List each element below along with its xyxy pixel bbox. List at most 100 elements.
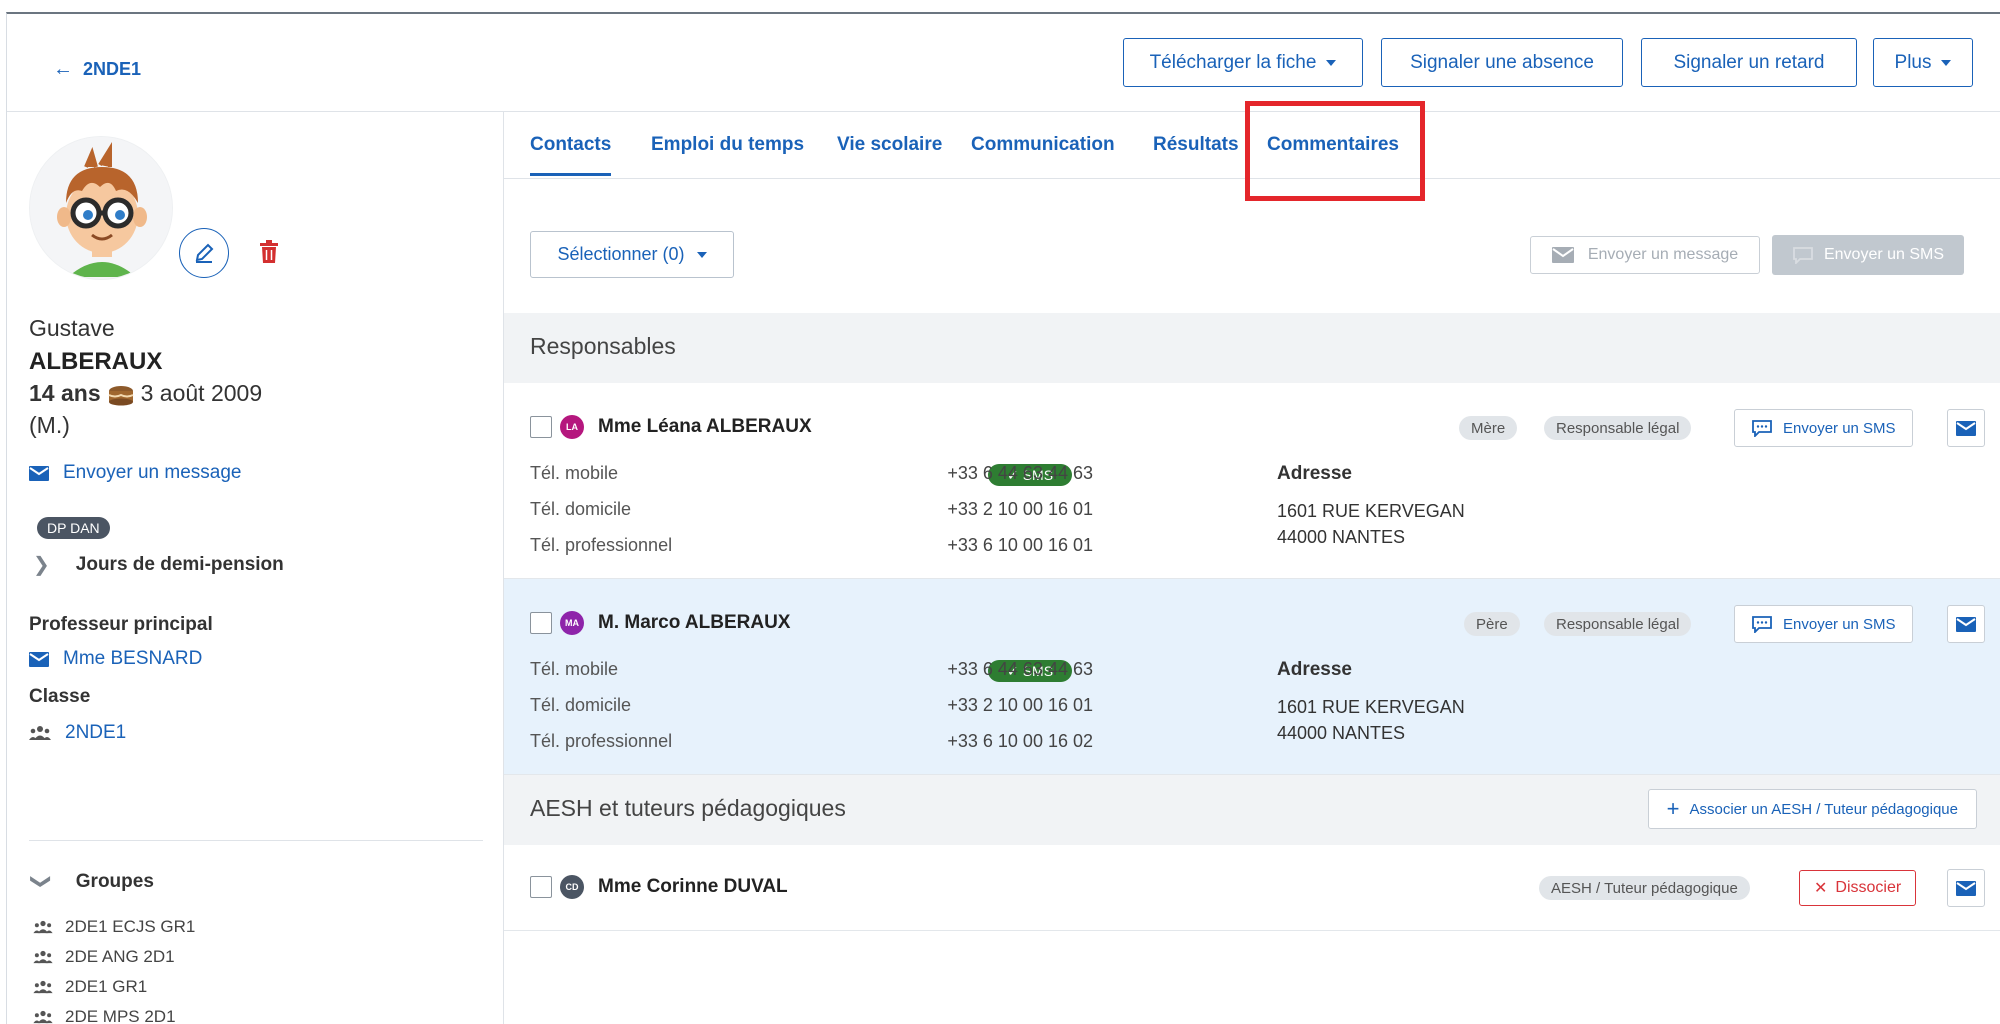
groups-toggle[interactable]: ❯ Groupes [30, 869, 154, 894]
download-sheet-label: Télécharger la fiche [1149, 51, 1317, 73]
send-email-button[interactable] [1947, 605, 1985, 643]
chevron-right-icon: ❯ [33, 554, 50, 576]
users-icon [33, 1010, 53, 1024]
mobile-number: +33 6 44 63 44 63 [947, 463, 1093, 483]
app-window: ← 2NDE1 Télécharger la fiche Signaler un… [6, 12, 2000, 1024]
edit-student-button[interactable] [179, 228, 229, 278]
send-message-link[interactable]: Envoyer un message [29, 462, 242, 484]
section-title: Responsables [530, 333, 676, 359]
relation-badge: Père [1464, 612, 1520, 636]
report-absence-button[interactable]: Signaler une absence [1381, 38, 1623, 87]
student-last-name: ALBERAUX [29, 348, 163, 375]
envelope-icon [29, 651, 49, 667]
send-sms-label: Envoyer un SMS [1823, 246, 1945, 263]
home-label: Tél. domicile [530, 499, 632, 519]
tab-school-life[interactable]: Vie scolaire [837, 134, 942, 156]
responsables-section-header: Responsables [504, 313, 2000, 383]
more-label: Plus [1894, 51, 1932, 73]
envelope-icon [1956, 420, 1976, 436]
address-line1: 1601 RUE KERVEGAN [1277, 697, 1465, 717]
student-age-line: 14 ans 3 août 2009 [29, 380, 262, 407]
contact-row: MA M. Marco ALBERAUX Père Responsable lé… [504, 579, 2000, 775]
envelope-icon [1551, 247, 1574, 263]
report-delay-label: Signaler un retard [1673, 51, 1825, 73]
group-name: 2DE ANG 2D1 [65, 947, 175, 966]
tab-bar: Contacts Emploi du temps Vie scolaire Co… [504, 101, 2000, 201]
work-label: Tél. professionnel [530, 731, 673, 751]
home-label: Tél. domicile [530, 695, 632, 715]
chat-bubble-icon [1752, 616, 1772, 633]
contact-name: M. Marco ALBERAUX [598, 612, 791, 633]
half-board-days-label: Jours de demi-pension [75, 553, 284, 575]
address-label: Adresse [1277, 463, 1352, 484]
chevron-down-icon: ❯ [29, 873, 52, 890]
tab-results[interactable]: Résultats [1153, 134, 1239, 156]
home-number: +33 2 10 00 16 01 [947, 695, 1093, 715]
group-name: 2DE1 GR1 [65, 977, 148, 996]
associate-aesh-label: Associer un AESH / Tuteur pédagogique [1689, 800, 1958, 818]
half-board-days-toggle[interactable]: ❯ Jours de demi-pension [33, 552, 284, 577]
student-sex: (M.) [29, 412, 70, 438]
send-email-button[interactable] [1947, 409, 1985, 447]
back-link[interactable]: ← 2NDE1 [53, 58, 141, 81]
student-sidebar: Gustave ALBERAUX 14 ans 3 août 2009 (M.)… [7, 112, 504, 1024]
group-item: 2DE MPS 2D1 [33, 1007, 176, 1024]
send-message-label: Envoyer un message [1587, 246, 1739, 263]
student-age: 14 ans [29, 380, 101, 406]
dissociate-button[interactable]: ✕ Dissocier [1799, 870, 1917, 906]
contact-checkbox[interactable] [530, 416, 552, 438]
sidebar-divider [29, 840, 483, 841]
more-button[interactable]: Plus [1873, 38, 1973, 87]
send-message-button[interactable]: Envoyer un message [1530, 236, 1760, 274]
tab-communication[interactable]: Communication [971, 134, 1115, 156]
select-label: Sélectionner (0) [557, 244, 685, 264]
half-board-badge: DP DAN [37, 517, 110, 539]
pencil-icon [195, 243, 214, 263]
group-name: 2DE MPS 2D1 [65, 1007, 176, 1024]
home-number: +33 2 10 00 16 01 [947, 499, 1093, 519]
send-sms-label: Envoyer un SMS [1783, 615, 1896, 633]
role-badge: Responsable légal [1544, 416, 1692, 440]
report-delay-button[interactable]: Signaler un retard [1641, 38, 1857, 87]
back-label: 2NDE1 [83, 59, 142, 79]
caret-down-icon [1941, 59, 1952, 66]
users-icon [33, 920, 53, 934]
class-name: 2NDE1 [65, 722, 127, 743]
group-item: 2DE1 GR1 [33, 977, 147, 997]
associate-aesh-button[interactable]: + Associer un AESH / Tuteur pédagogique [1647, 789, 1977, 829]
section-title: AESH et tuteurs pédagogiques [530, 795, 846, 821]
users-icon [33, 950, 53, 964]
main-teacher-link[interactable]: Mme BESNARD [29, 648, 202, 670]
chat-bubble-icon [1793, 247, 1813, 264]
birthday-cake-icon [108, 385, 134, 405]
groups-label: Groupes [75, 870, 154, 892]
mobile-label: Tél. mobile [530, 659, 619, 679]
delete-student-button[interactable] [259, 240, 279, 269]
work-number: +33 6 10 00 16 02 [947, 731, 1093, 751]
contact-checkbox[interactable] [530, 612, 552, 634]
dissociate-label: Dissocier [1835, 879, 1902, 896]
send-sms-button[interactable]: Envoyer un SMS [1734, 409, 1913, 447]
work-number: +33 6 10 00 16 01 [947, 535, 1093, 555]
arrow-left-icon: ← [53, 58, 73, 80]
main-teacher-name: Mme BESNARD [63, 648, 203, 669]
student-first-name: Gustave [29, 315, 115, 341]
send-sms-button[interactable]: Envoyer un SMS [1772, 235, 1964, 275]
mobile-number: +33 6 44 63 44 63 [947, 659, 1093, 679]
users-icon [33, 980, 53, 994]
initials-avatar: LA [560, 415, 584, 439]
top-bar: ← 2NDE1 Télécharger la fiche Signaler un… [7, 14, 2000, 112]
address-line2: 44000 NANTES [1277, 527, 1406, 547]
tab-schedule[interactable]: Emploi du temps [651, 134, 804, 156]
close-icon: ✕ [1814, 880, 1828, 897]
download-sheet-button[interactable]: Télécharger la fiche [1123, 38, 1363, 87]
select-dropdown[interactable]: Sélectionner (0) [530, 231, 734, 278]
aesh-contact-row: CD Mme Corinne DUVAL AESH / Tuteur pédag… [504, 845, 2000, 931]
send-sms-button[interactable]: Envoyer un SMS [1734, 605, 1913, 643]
send-sms-label: Envoyer un SMS [1783, 419, 1896, 437]
trash-icon [260, 240, 278, 263]
send-email-button[interactable] [1947, 869, 1985, 907]
tab-contacts[interactable]: Contacts [530, 134, 612, 176]
contact-checkbox[interactable] [530, 876, 552, 898]
class-link[interactable]: 2NDE1 [29, 722, 126, 744]
